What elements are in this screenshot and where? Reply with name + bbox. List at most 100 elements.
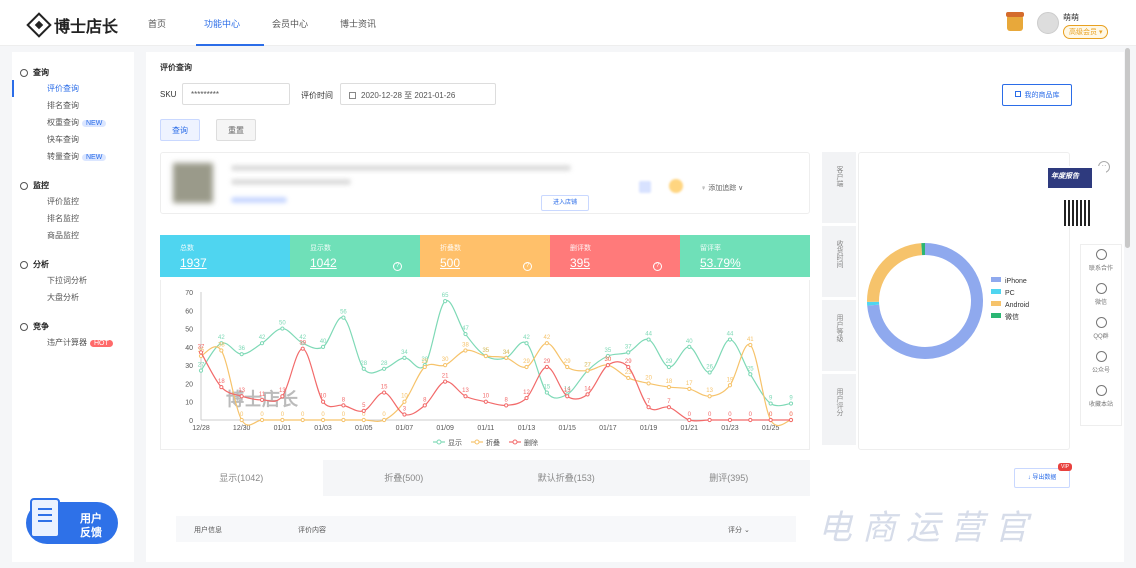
enter-shop-button[interactable]: 进入店铺 xyxy=(541,195,589,211)
data-label: 27 xyxy=(198,363,205,369)
add-tracking-dropdown[interactable]: ♀ 添加追踪 ∨ xyxy=(701,183,743,193)
sidebar-tag: NEW xyxy=(82,120,107,127)
side-tab-0[interactable]: 客户端 xyxy=(822,152,856,224)
data-label: 40 xyxy=(686,339,693,345)
review-tab-2[interactable]: 默认折叠(153) xyxy=(485,460,648,496)
side-tab-2[interactable]: 用户等级 xyxy=(822,300,856,372)
monitor-icon xyxy=(20,182,28,190)
data-point xyxy=(585,368,590,373)
member-badge[interactable]: 高级会员 ▾ xyxy=(1063,25,1109,39)
th-score[interactable]: 评分 ⌄ xyxy=(728,525,750,535)
nav-home[interactable]: 首页 xyxy=(140,0,196,46)
data-point xyxy=(687,344,692,349)
data-label: 11 xyxy=(259,392,266,398)
search-button[interactable]: 查询 xyxy=(160,119,200,141)
x-tick-label: 01/05 xyxy=(355,425,373,432)
export-button[interactable]: ↓ 导出数据 xyxy=(1014,468,1070,488)
data-label: 5 xyxy=(362,403,366,409)
watermark: 电商运营官 xyxy=(818,509,1038,547)
data-point xyxy=(687,386,692,392)
stat-3[interactable]: 删评数 395? xyxy=(550,235,680,277)
help-icon[interactable]: ? xyxy=(653,262,662,271)
data-point xyxy=(382,390,387,395)
sidebar-item-0-4[interactable]: 转量查询 NEW xyxy=(12,148,134,165)
sidebar-group-0: 查询 xyxy=(12,66,134,80)
data-point xyxy=(341,417,346,423)
sidebar-item-1-2[interactable]: 商品监控 xyxy=(12,227,134,244)
data-label: 44 xyxy=(645,332,652,338)
stat-0[interactable]: 总数 1937 xyxy=(160,235,290,277)
rail-item-4[interactable]: 收藏本站 xyxy=(1081,381,1121,415)
sidebar-tag: HOT xyxy=(90,340,113,347)
feedback-button[interactable]: 用户 反馈 xyxy=(26,498,118,544)
sidebar-item-1-1[interactable]: 排名监控 xyxy=(12,210,134,227)
data-point xyxy=(422,364,427,370)
x-tick-label: 01/17 xyxy=(599,425,617,432)
page-title: 评价查询 xyxy=(160,63,192,72)
data-point xyxy=(666,405,672,410)
sku-input[interactable]: ********* xyxy=(182,83,290,105)
review-tab-1[interactable]: 折叠(500) xyxy=(323,460,486,496)
data-label: 37 xyxy=(198,344,205,350)
x-tick-label: 01/15 xyxy=(558,425,576,432)
data-point xyxy=(239,417,244,423)
scrollbar[interactable] xyxy=(1125,48,1130,248)
gift-icon[interactable] xyxy=(1006,12,1024,31)
data-point xyxy=(727,417,733,423)
legend-label: PC xyxy=(1005,290,1015,297)
sidebar-item-1-0[interactable]: 评价监控 xyxy=(12,193,134,210)
side-tab-3[interactable]: 用户评分 xyxy=(822,374,856,446)
stat-2[interactable]: 折叠数 500? xyxy=(420,235,550,277)
legend-label: Android xyxy=(1005,302,1029,309)
legend-label: 微信 xyxy=(1005,312,1019,321)
data-point xyxy=(666,364,672,370)
legend-label-0: 显示 xyxy=(448,439,462,447)
data-label: 0 xyxy=(728,412,732,418)
product-title-blur xyxy=(231,165,571,171)
my-product-library-button[interactable]: 我的商品库 xyxy=(1002,84,1072,106)
nav-function-center[interactable]: 功能中心 xyxy=(196,0,264,46)
review-tab-0[interactable]: 显示(1042) xyxy=(160,460,323,496)
data-label: 65 xyxy=(442,293,449,299)
data-point xyxy=(483,399,488,404)
stat-1[interactable]: 显示数 1042? xyxy=(290,235,420,277)
rail-item-1[interactable]: 微信 xyxy=(1081,279,1121,313)
rail-item-0[interactable]: 联系合作 xyxy=(1081,245,1121,279)
data-point xyxy=(504,355,509,360)
date-range-picker[interactable]: 2020-12-28 至 2021-01-26 xyxy=(340,83,496,105)
sidebar-item-3-0[interactable]: 违产计算器 HOT xyxy=(12,334,134,351)
sidebar-item-2-1[interactable]: 大盘分析 xyxy=(12,289,134,306)
data-label: 0 xyxy=(240,412,244,418)
review-tab-3[interactable]: 删评(395) xyxy=(648,460,811,496)
sidebar-item-0-3[interactable]: 快车查询 xyxy=(12,131,134,148)
data-label: 27 xyxy=(584,363,591,369)
reset-button[interactable]: 重置 xyxy=(216,119,256,141)
nav-member-center[interactable]: 会员中心 xyxy=(264,0,332,46)
date-to: 2021-01-26 xyxy=(414,91,456,100)
sidebar-item-0-1[interactable]: 排名查询 xyxy=(12,97,134,114)
nav-news[interactable]: 博士资讯 xyxy=(332,0,384,46)
help-icon[interactable]: ? xyxy=(393,262,402,271)
data-label: 30 xyxy=(605,357,612,363)
data-label: 28 xyxy=(381,361,388,367)
calendar-icon xyxy=(349,92,356,99)
data-point xyxy=(443,379,448,384)
data-label: 29 xyxy=(625,359,632,365)
data-label: 18 xyxy=(218,379,225,385)
stat-4[interactable]: 留评率 53.79% xyxy=(680,235,810,277)
rail-item-3[interactable]: 公众号 xyxy=(1081,347,1121,381)
side-tab-1[interactable]: 收货时间 xyxy=(822,226,856,298)
sidebar-item-2-0[interactable]: 下拉词分析 xyxy=(12,272,134,289)
series-line-1 xyxy=(200,342,792,427)
data-point xyxy=(361,408,366,413)
avatar[interactable] xyxy=(1037,12,1059,34)
sidebar-item-0-0[interactable]: 评价查询 xyxy=(12,80,134,97)
help-icon[interactable]: ? xyxy=(523,262,532,271)
data-point xyxy=(524,341,529,346)
rail-item-2[interactable]: QQ群 xyxy=(1081,313,1121,347)
x-tick-label: 12/30 xyxy=(233,425,251,432)
logo[interactable]: 博士店长 xyxy=(26,12,118,38)
data-label: 42 xyxy=(259,335,266,341)
sidebar-item-0-2[interactable]: 权重查询 NEW xyxy=(12,114,134,131)
data-point xyxy=(707,417,712,423)
